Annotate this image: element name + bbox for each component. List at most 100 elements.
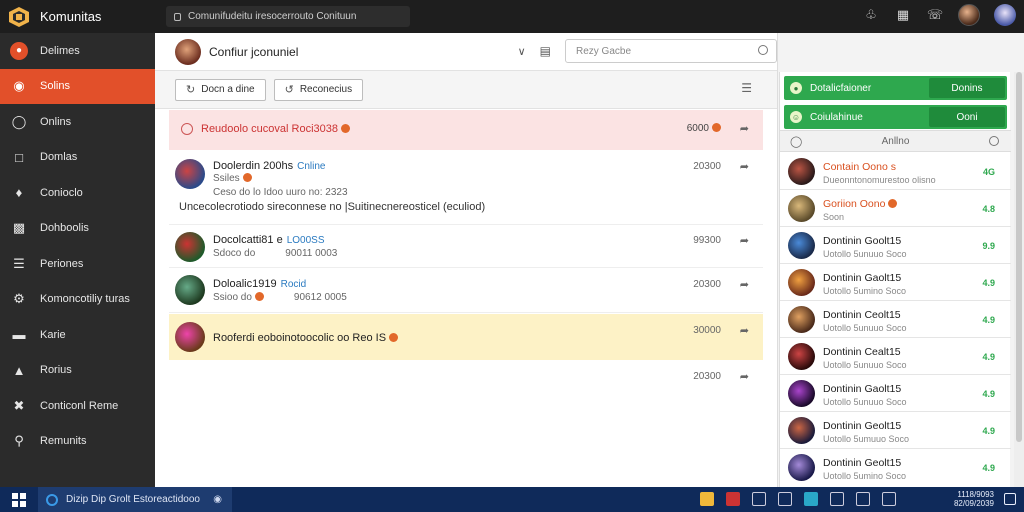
avatar <box>788 195 815 222</box>
chevron-down-icon[interactable]: ∨ <box>518 45 526 58</box>
sidebar-item-label: Conioclo <box>40 186 83 199</box>
folder-icon[interactable] <box>700 492 714 506</box>
sidebar-item-delimes[interactable]: ● Delimes <box>0 33 155 69</box>
share-icon[interactable]: ➦ <box>740 234 749 247</box>
message-author-label: Docolcatti81 e <box>213 234 283 246</box>
toolbar-button-2[interactable]: ↺ Reconecius <box>273 78 364 101</box>
member-sub: Soon <box>823 212 845 222</box>
member-sub: Uotollo 5unuuo Soco <box>823 360 907 370</box>
share-icon[interactable]: ➦ <box>740 324 749 337</box>
member-item[interactable]: Dontinin Goolt15 Uotollo 5unuuo Soco 9.9 <box>780 227 1011 264</box>
message-author-label: Doloalic1919 <box>213 278 277 290</box>
member-item[interactable]: Dontinin Cealt15 Uotollo 5unuuo Soco 4.9 <box>780 338 1011 375</box>
sidebar-item-domlas[interactable]: □ Domlas <box>0 140 155 176</box>
member-item[interactable]: Dontinin Ceolt15 Uotollo 5unuuo Soco 4.9 <box>780 301 1011 338</box>
settings-icon[interactable] <box>830 492 844 506</box>
message-row[interactable]: Doloalic1919 Rocid Ssioo do 90612 0005 203… <box>169 269 763 313</box>
sidebar-item-komoncotiliy[interactable]: ⚙ Komoncotiliy turas <box>0 282 155 318</box>
pin-icon[interactable]: ▤ <box>540 44 551 58</box>
store-icon[interactable] <box>804 492 818 506</box>
member-name-label: Contain Oono <box>823 161 888 173</box>
status-dot-icon <box>888 199 898 208</box>
member-badge: 4.9 <box>982 426 995 436</box>
sidebar-item-solins[interactable]: ◉ Solins <box>0 68 155 104</box>
sidebar-item-conticonl[interactable]: ✖ Conticonl Reme <box>0 388 155 424</box>
member-item[interactable]: Dontinin Gaolt15 Uotollo 5umino Soco 4.9 <box>780 264 1011 301</box>
member-sub: Uotollo 5umino Soco <box>823 286 907 296</box>
taskbar-search[interactable]: Dizip Dip Grolt Estoreactidooo ◉ <box>38 487 232 512</box>
notification-icon[interactable] <box>1004 493 1016 505</box>
sidebar-item-karie[interactable]: ▬ Karie <box>0 317 155 353</box>
address-bar[interactable]: Comunifudeitu iresocerrouto Conituun <box>166 6 410 27</box>
windows-start-icon[interactable] <box>12 492 26 507</box>
clock-date: 82/09/2039 <box>953 499 994 508</box>
member-item[interactable]: Contain Oono s Dueonntonomurestoo olisno… <box>780 153 1011 190</box>
list-view-icon[interactable]: ☰ <box>741 81 752 95</box>
avatar[interactable] <box>175 159 205 189</box>
message-highlight[interactable]: Rooferdi eoboinotoocolic oo Reo IS 30000… <box>169 314 763 360</box>
sidebar: ● Delimes ◉ Solins ◯ Onlins □ Domlas ♦ Conioc… <box>0 33 155 487</box>
green-bar-1[interactable]: ● Dotalicfaioner Donins <box>784 76 1007 100</box>
app-logo-icon <box>6 4 32 30</box>
message-alert[interactable]: Reudoolo cucoval Roci3038 6000 ➦ <box>169 110 763 150</box>
bell-icon[interactable]: ♧ <box>862 6 880 24</box>
back-icon[interactable]: ◯ <box>790 135 802 148</box>
search-icon[interactable] <box>758 45 768 55</box>
sidebar-item-conioclo[interactable]: ♦ Conioclo <box>0 175 155 211</box>
message-row[interactable]: Docolcatti81 e LO00SS Sdoco do 90011 0003 … <box>169 226 763 268</box>
message-row[interactable]: Doolerdin 200hs Cnline Ssiles Ceso do lo … <box>169 151 763 225</box>
message-sub: Ssiles <box>213 173 252 184</box>
scrollbar[interactable] <box>1014 72 1024 487</box>
taskbar-clock[interactable]: 1118/9093 82/09/2039 <box>954 490 994 508</box>
sidebar-item-rorius[interactable]: ▲ Rorius <box>0 353 155 389</box>
chat-icon[interactable]: ☏ <box>926 6 944 24</box>
green-bar-2[interactable]: ☺ Coiulahinue Ooni <box>784 105 1007 129</box>
mail-icon[interactable] <box>778 492 792 506</box>
share-icon[interactable]: ➦ <box>740 278 749 291</box>
member-item[interactable]: Dontinin Geolt15 Uotollo 5umuuo Soco 4.9 <box>780 412 1011 449</box>
toolbar-button-1-label: Docn a dine <box>201 84 255 95</box>
sidebar-item-onlins[interactable]: ◯ Onlins <box>0 104 155 140</box>
green-bar-2-label: Coiulahinue <box>810 111 863 123</box>
message-sub-label: Ssiles <box>213 173 240 184</box>
member-name: Dontinin Gaolt15 <box>823 272 902 284</box>
search-placeholder: Rezy Gacbe <box>576 45 632 57</box>
search-input[interactable]: Rezy Gacbe <box>565 39 777 63</box>
sidebar-item-dohboolis[interactable]: ▩ Dohboolis <box>0 211 155 247</box>
sidebar-item-periones[interactable]: ☰ Periones <box>0 246 155 282</box>
gear-icon: ⚙ <box>13 291 25 307</box>
sidebar-item-remunits[interactable]: ⚲ Remunits <box>0 424 155 460</box>
volume-icon[interactable] <box>882 492 896 506</box>
info-icon[interactable] <box>989 136 999 146</box>
profile-avatar[interactable] <box>994 4 1016 26</box>
status-dot-icon <box>389 333 399 342</box>
toolbar-button-1[interactable]: ↻ Docn a dine <box>175 78 266 101</box>
user-avatar[interactable] <box>958 4 980 26</box>
member-item[interactable]: Goriion Oono Soon 4.8 <box>780 190 1011 227</box>
avatar[interactable] <box>175 322 205 352</box>
message-meta: Ceso do lo Idoo uuro no: 2323 <box>213 187 348 198</box>
sidebar-item-label: Domlas <box>40 151 78 164</box>
network-icon[interactable] <box>856 492 870 506</box>
message-sub-label: Sdoco do <box>213 248 256 259</box>
share-icon[interactable]: ➦ <box>740 370 749 383</box>
window-icon[interactable] <box>752 492 766 506</box>
avatar[interactable] <box>175 232 205 262</box>
toolbar: ↻ Docn a dine ↺ Reconecius <box>155 71 777 109</box>
mic-icon[interactable]: ◉ <box>213 494 222 505</box>
share-icon[interactable]: ➦ <box>740 160 749 173</box>
member-item[interactable]: Dontinin Gaolt15 Uotollo 5unuuo Soco 4.9 <box>780 375 1011 412</box>
conversation-avatar[interactable] <box>175 38 201 65</box>
member-name: Dontinin Ceolt15 <box>823 309 901 321</box>
app-icon-red[interactable] <box>726 492 740 506</box>
message-time: 99300 <box>693 235 721 246</box>
avatar[interactable] <box>175 275 205 305</box>
bookmark-icon[interactable]: ▦ <box>894 6 912 24</box>
green-bar-2-button[interactable]: Ooni <box>929 107 1005 127</box>
share-icon[interactable]: ➦ <box>740 122 749 135</box>
scrollbar-thumb[interactable] <box>1016 72 1022 442</box>
green-bar-1-button[interactable]: Donins <box>929 78 1005 98</box>
message-row[interactable]: 20300 ➦ <box>169 361 763 395</box>
member-item[interactable]: Dontinin Geolt15 Uotollo 5umino Soco 4.9 <box>780 449 1011 486</box>
sidebar-item-label: Conticonl Reme <box>40 399 119 412</box>
